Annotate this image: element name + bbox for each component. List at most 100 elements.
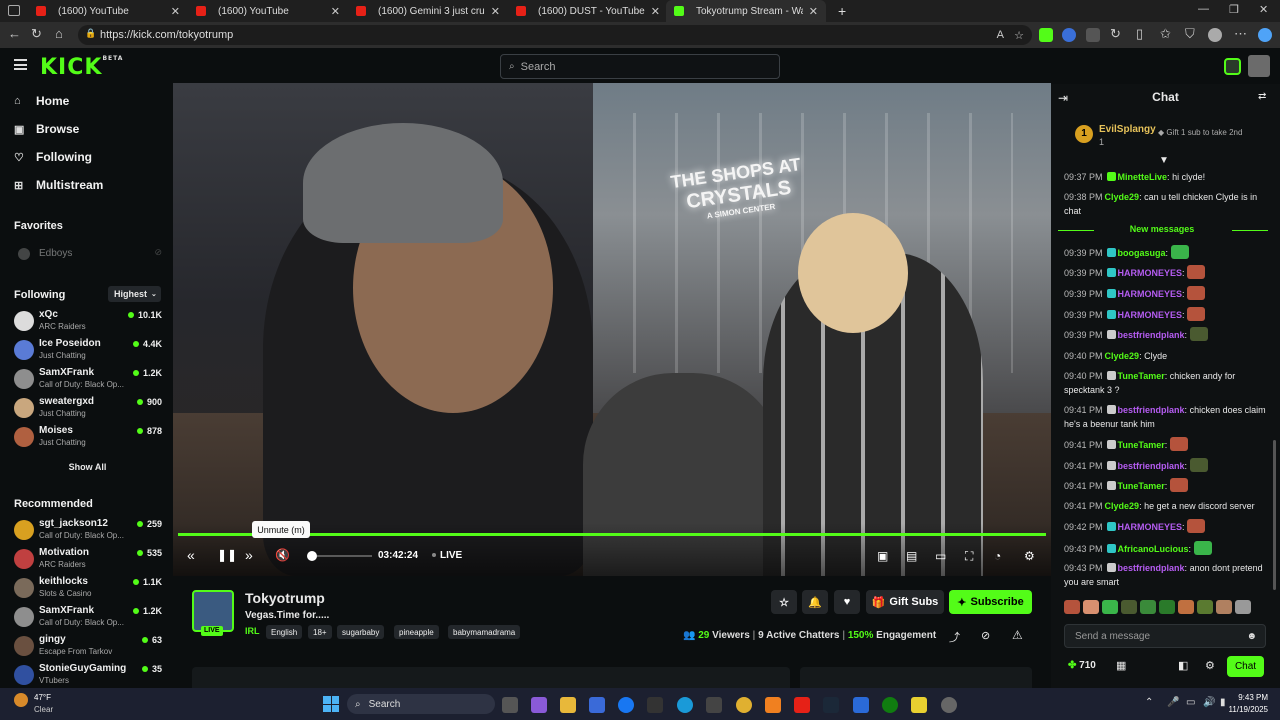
emoji-icon[interactable]: ☻ (1246, 631, 1257, 642)
tab-actions-icon[interactable] (8, 5, 20, 16)
follow-button[interactable]: ♥ (834, 590, 860, 614)
windows-start-icon[interactable] (323, 696, 339, 712)
app-icon[interactable] (853, 697, 869, 713)
pause-icon[interactable]: ❚❚ (217, 548, 237, 562)
message-username[interactable]: HARMONEYES (1118, 522, 1183, 532)
volume-slider[interactable] (317, 555, 372, 557)
clip-icon[interactable]: ◔ (994, 549, 1001, 563)
notes-icon[interactable] (911, 697, 927, 713)
volume-icon[interactable]: 🔊 (1203, 697, 1215, 708)
maximize-icon[interactable]: ❐ (1229, 3, 1239, 16)
split-screen-icon[interactable]: ▯ (1136, 26, 1143, 42)
message-username[interactable]: bestfriendplank (1118, 330, 1185, 340)
minimize-icon[interactable]: — (1198, 3, 1209, 15)
subscribe-button[interactable]: ✦ Subscribe (949, 590, 1032, 614)
sidebar-item-browse[interactable]: ▣ Browse (14, 122, 79, 136)
hide-icon[interactable]: ⊘ (981, 629, 990, 642)
message-username[interactable]: Clyde29 (1105, 501, 1140, 511)
streamer-name[interactable]: Tokyotrump (245, 590, 325, 606)
message-username[interactable]: bestfriendplank (1118, 563, 1185, 573)
message-username[interactable]: AfricanoLucious (1118, 544, 1189, 554)
close-window-icon[interactable]: ✕ (1259, 3, 1268, 16)
tag[interactable]: pineapple (394, 625, 439, 639)
recommended-channel[interactable]: Motivation ARC Raiders 535 (14, 546, 164, 574)
vlc-icon[interactable] (765, 697, 781, 713)
copilot-app-icon[interactable] (531, 697, 547, 713)
browser-tab-active[interactable]: Tokyotrump Stream - Watch Live✕ (666, 0, 826, 22)
share-icon[interactable]: ⤴ (949, 629, 960, 645)
chat-overlay-icon[interactable]: ▭ (935, 549, 946, 563)
category-link[interactable]: IRL (245, 626, 260, 636)
hamburger-menu-icon[interactable] (14, 59, 27, 70)
extension-icon[interactable] (1086, 28, 1100, 42)
sort-dropdown[interactable]: Highest ⌄ (108, 286, 161, 302)
message-username[interactable]: bestfriendplank (1118, 405, 1185, 415)
favorite-star-icon[interactable]: ☆ (1014, 29, 1024, 42)
sidebar-item-home[interactable]: ⌂ Home (14, 94, 69, 108)
recommended-channel[interactable]: StonieGuyGaming VTubers 35 (14, 662, 164, 690)
forward-icon[interactable]: » (245, 547, 253, 563)
following-channel[interactable]: sweatergxd Just Chatting 900 (14, 395, 164, 423)
kick-icon[interactable]: ◧ (1178, 659, 1188, 672)
emote-icon[interactable] (1121, 600, 1137, 614)
steam-icon[interactable] (823, 697, 839, 713)
kick-logo[interactable]: KICKBETA (40, 55, 123, 80)
sidebar-item-multistream[interactable]: ⊞ Multistream (14, 178, 103, 192)
kick-points-icon[interactable] (1224, 58, 1241, 75)
favorites-icon[interactable]: ✩ (1160, 26, 1171, 42)
browser-tab[interactable]: (1600) Gemini 3 just crushed eve✕ (348, 0, 508, 22)
facebook-icon[interactable] (618, 697, 634, 713)
emote-icon[interactable] (1064, 600, 1080, 614)
task-view-icon[interactable] (502, 697, 518, 713)
network-icon[interactable]: ▭ (1186, 697, 1195, 708)
profile-avatar[interactable] (1208, 28, 1222, 42)
close-tab-icon[interactable]: ✕ (491, 5, 500, 18)
chat-input[interactable]: Send a message ☻ (1064, 624, 1266, 648)
edge-icon[interactable] (677, 697, 693, 713)
recommended-channel[interactable]: gingy Escape From Tarkov 63 (14, 633, 164, 661)
emote-icon[interactable] (1102, 600, 1118, 614)
shield-icon[interactable]: ⛉ (1185, 26, 1195, 42)
volume-slider-thumb[interactable] (307, 551, 317, 561)
leaderboard-user[interactable]: EvilSplangy (1099, 124, 1156, 135)
notifications-button[interactable]: 🔔 (802, 590, 828, 614)
settings-gear-icon[interactable]: ⚙ (1024, 549, 1035, 563)
home-icon[interactable]: ⌂ (55, 26, 63, 41)
youtube-app-icon[interactable] (794, 697, 810, 713)
recommended-channel[interactable]: sgt_jackson12 Call of Duty: Black Op... 25… (14, 517, 164, 545)
emote-icon[interactable] (1159, 600, 1175, 614)
following-channel[interactable]: Moises Just Chatting 878 (14, 424, 164, 452)
close-tab-icon[interactable]: ✕ (651, 5, 660, 18)
file-explorer-icon[interactable] (560, 697, 576, 713)
tag[interactable]: babymamadrama (448, 625, 521, 639)
message-username[interactable]: HARMONEYES (1118, 310, 1183, 320)
xbox-icon[interactable] (882, 697, 898, 713)
browser-tab[interactable]: (1600) YouTube ✕ (28, 0, 188, 22)
refresh-extension-icon[interactable]: ↻ (1110, 26, 1121, 42)
message-username[interactable]: TuneTamer (1118, 371, 1165, 381)
following-channel[interactable]: Ice Poseidon Just Chatting 4.4K (14, 337, 164, 365)
url-field[interactable]: 🔒 https://kick.com/tokyotrump A ☆ (78, 25, 1032, 45)
message-username[interactable]: bestfriendplank (1118, 461, 1185, 471)
gift-subs-button[interactable]: 🎁 Gift Subs (866, 590, 944, 614)
new-tab-button[interactable]: + (830, 0, 850, 22)
kick-extension-icon[interactable] (1039, 28, 1053, 42)
channel-points[interactable]: ✤ 710 (1068, 660, 1096, 671)
video-player[interactable]: THE SHOPS AT CRYSTALS A SIMON CENTER (173, 83, 1051, 576)
emote-icon[interactable] (1140, 600, 1156, 614)
store-icon[interactable]: ▦ (1116, 659, 1126, 672)
following-channel[interactable]: xQc ARC Raiders 10.1K (14, 308, 164, 336)
chrome-icon[interactable] (736, 697, 752, 713)
amazon-icon[interactable] (647, 697, 663, 713)
chat-settings-icon[interactable]: ⇄ (1258, 91, 1266, 102)
emote-icon[interactable] (1197, 600, 1213, 614)
search-input[interactable]: ⌕ Search (500, 54, 780, 79)
microphone-icon[interactable]: 🎤 (1167, 697, 1179, 708)
close-tab-icon[interactable]: ✕ (171, 5, 180, 18)
browser-tab[interactable]: (1600) DUST - YouTube ✕ (508, 0, 668, 22)
rewind-icon[interactable]: « (187, 547, 195, 563)
recommended-channel[interactable]: SamXFrank Call of Duty: Black Op... 1.2K (14, 604, 164, 632)
emote-icon[interactable] (1216, 600, 1232, 614)
calculator-icon[interactable] (706, 697, 722, 713)
fullscreen-icon[interactable]: ⛶ (965, 549, 973, 564)
